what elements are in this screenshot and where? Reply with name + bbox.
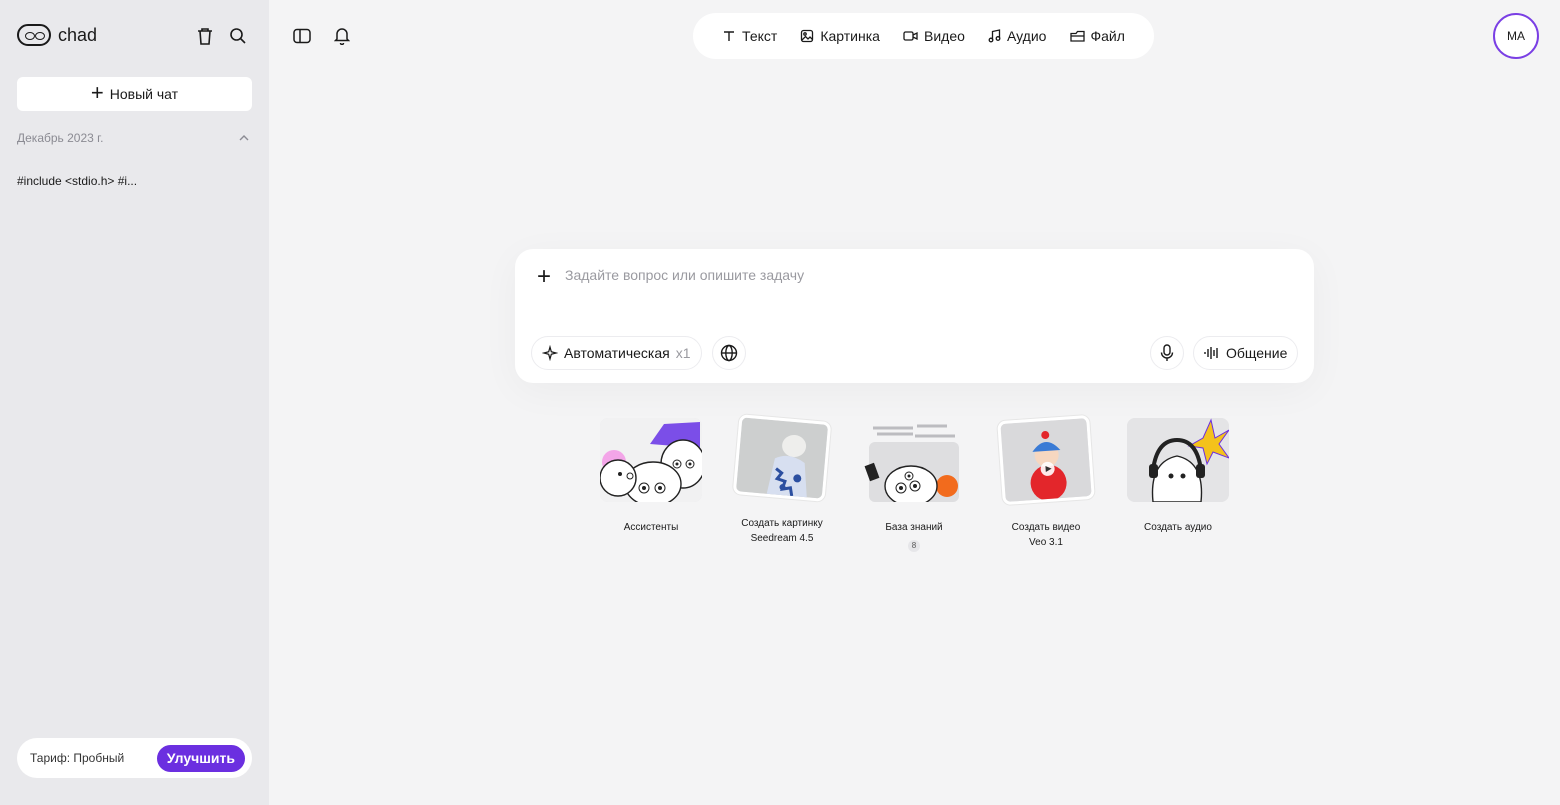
chevron-up-icon	[239, 135, 249, 141]
plan-label: Тариф: Пробный	[30, 751, 125, 765]
sidebar: chad + Новый чат Декабрь 2023 г. #includ…	[0, 0, 269, 805]
waveform-icon	[1204, 347, 1218, 359]
tab-text[interactable]: Текст	[722, 28, 777, 44]
card-label: Ассистенты	[623, 522, 679, 533]
web-search-toggle[interactable]	[712, 336, 746, 370]
model-multiplier: x1	[675, 345, 691, 361]
create-image-thumbnail	[732, 414, 832, 502]
card-knowledge-base[interactable]: База знаний 8	[859, 418, 969, 553]
new-chat-button[interactable]: + Новый чат	[17, 77, 252, 111]
chat-group-header[interactable]: Декабрь 2023 г.	[17, 131, 249, 145]
card-create-image[interactable]: Создать картинку Seedream 4.5	[727, 414, 837, 546]
music-icon	[988, 29, 1001, 43]
model-label: Автоматическая	[564, 345, 670, 361]
bell-icon[interactable]	[332, 26, 352, 46]
card-model-name: Seedream 4.5	[750, 533, 814, 544]
plan-panel: Тариф: Пробный Улучшить	[17, 738, 252, 778]
logo[interactable]: chad	[17, 24, 97, 46]
knowledge-base-illustration	[863, 418, 965, 502]
mode-tabs: Текст Картинка Видео Аудио Файл	[693, 13, 1154, 59]
knowledge-count-badge: 8	[908, 540, 920, 552]
tab-video[interactable]: Видео	[903, 28, 965, 44]
card-create-video[interactable]: Создать видео Veo 3.1	[991, 414, 1101, 550]
tab-audio[interactable]: Аудио	[988, 28, 1047, 44]
voice-chat-label: Общение	[1226, 345, 1288, 361]
video-icon	[903, 31, 918, 41]
avatar[interactable]: MA	[1493, 13, 1539, 59]
prompt-input[interactable]	[565, 267, 1265, 283]
new-chat-label: Новый чат	[109, 86, 179, 102]
text-icon	[724, 31, 735, 41]
tab-image-label: Картинка	[820, 28, 880, 44]
trash-icon[interactable]	[195, 26, 215, 46]
create-video-thumbnail	[997, 414, 1095, 506]
tab-image[interactable]: Картинка	[800, 28, 880, 44]
search-icon[interactable]	[228, 26, 248, 46]
tab-video-label: Видео	[924, 28, 965, 44]
chat-list-item[interactable]: #include <stdio.h> #i...	[17, 174, 137, 188]
sidebar-toggle-icon[interactable]	[292, 26, 312, 46]
assistants-illustration	[600, 418, 702, 502]
card-create-audio[interactable]: Создать аудио	[1123, 418, 1233, 535]
model-selector[interactable]: Автоматическая x1	[531, 336, 702, 370]
card-label: Создать картинку	[741, 518, 823, 529]
tab-audio-label: Аудио	[1006, 28, 1047, 44]
upgrade-button[interactable]: Улучшить	[156, 744, 245, 772]
image-icon	[801, 29, 814, 43]
tab-text-label: Текст	[742, 28, 778, 44]
prompt-composer: + Автоматическая x1 Общение	[515, 249, 1314, 383]
chat-group-title: Декабрь 2023 г.	[17, 131, 104, 145]
tab-file[interactable]: Файл	[1069, 28, 1125, 44]
microphone-button[interactable]	[1150, 336, 1184, 370]
file-icon	[1069, 30, 1085, 42]
logo-icon	[17, 24, 51, 46]
card-model-name: Veo 3.1	[1029, 537, 1063, 548]
globe-icon	[720, 344, 738, 362]
logo-text: chad	[58, 24, 98, 45]
sparkle-icon	[542, 345, 558, 361]
card-label: Создать видео	[1011, 522, 1081, 533]
attach-plus-icon[interactable]: +	[537, 265, 551, 289]
voice-chat-button[interactable]: Общение	[1193, 336, 1299, 370]
microphone-icon	[1160, 344, 1174, 361]
tab-file-label: Файл	[1090, 28, 1125, 44]
card-label: База знаний	[885, 522, 943, 533]
create-audio-illustration	[1127, 418, 1229, 502]
card-assistants[interactable]: Ассистенты	[596, 418, 706, 535]
plus-icon: +	[90, 80, 104, 105]
card-label: Создать аудио	[1144, 522, 1212, 533]
